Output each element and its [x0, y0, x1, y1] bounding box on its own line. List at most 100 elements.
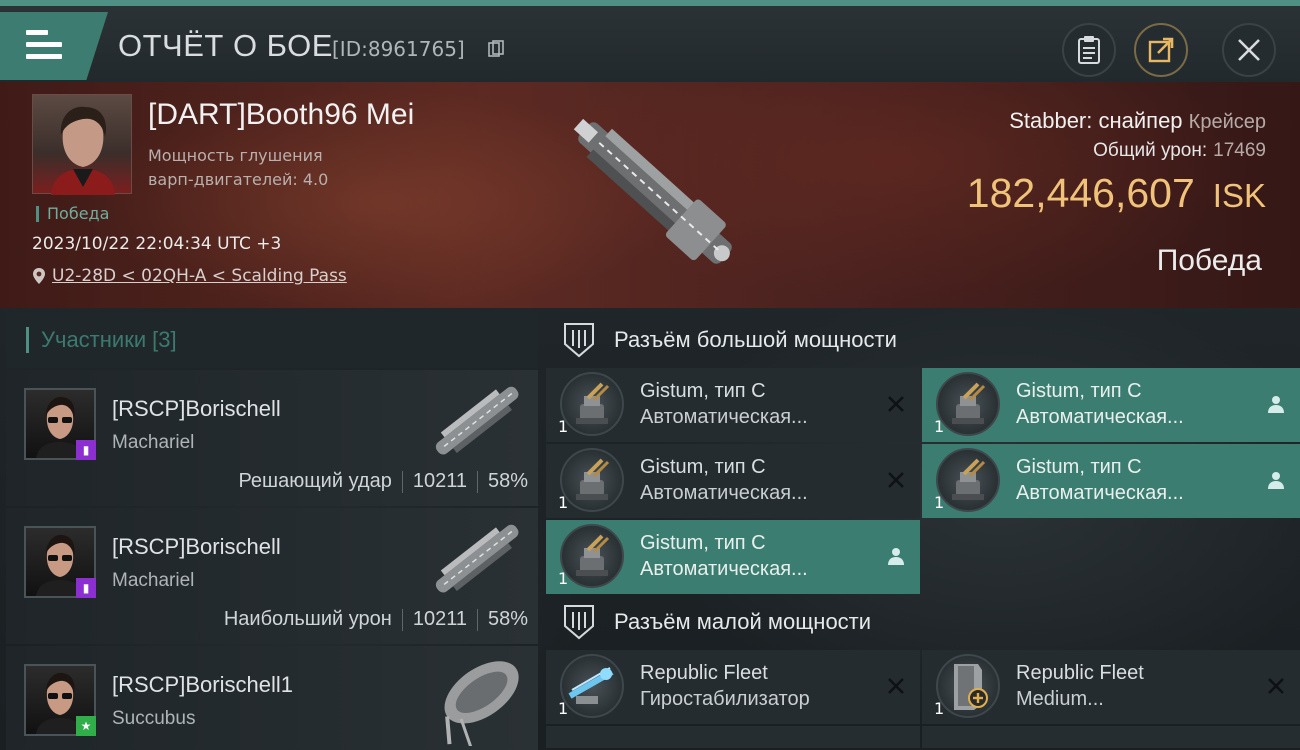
module-icon [936, 654, 1000, 718]
rank-badge: ▮ [76, 578, 96, 598]
participants-list: ▮ [RSCP]Borischell Machariel Решающий удар 1… [6, 370, 538, 750]
participant-row[interactable]: ▮ [RSCP]Borischell Machariel Наибольший уро… [6, 508, 538, 644]
participant-name[interactable]: [RSCP]Borischell1 [112, 672, 293, 698]
page-title: ОТЧЁТ О БОЕ [118, 28, 333, 63]
participant-damage: 10211 [412, 608, 467, 630]
participant-ship: Machariel [112, 432, 195, 453]
share-button[interactable] [1134, 23, 1188, 77]
module-quantity: 1 [934, 493, 945, 512]
rank-badge: ★ [76, 716, 96, 736]
participant-name[interactable]: [RSCP]Borischell [112, 396, 281, 422]
damage-value: 17469 [1213, 140, 1266, 161]
divider [476, 608, 478, 631]
module-name: Gistum, тип C [1016, 380, 1142, 402]
dropped-icon [1268, 396, 1284, 413]
module-quantity: 1 [558, 417, 569, 436]
header-accent [26, 327, 29, 353]
module-icon [560, 524, 624, 588]
module-slot[interactable]: 1 Gistum, тип C Автоматическая... [922, 368, 1300, 442]
dropped-icon [888, 548, 904, 565]
participant-avatar[interactable]: ▮ [24, 526, 96, 598]
participant-avatar[interactable]: ★ [24, 664, 96, 736]
participant-ship-image[interactable] [422, 374, 532, 470]
participant-ship: Succubus [112, 708, 196, 729]
participant-damage: 10211 [412, 470, 467, 492]
close-button[interactable] [1222, 23, 1276, 77]
slot-partial[interactable] [922, 726, 1300, 748]
destroyed-icon [888, 472, 904, 488]
total-damage: Общий урон: 17469 [1093, 140, 1266, 162]
module-status [884, 544, 908, 568]
module-slot[interactable]: 1 Gistum, тип C Автоматическая... [546, 368, 920, 442]
module-image [952, 382, 986, 424]
victim-ship-image[interactable] [540, 88, 770, 298]
module-type: Автоматическая... [1016, 482, 1184, 504]
result-badge: Победа [36, 206, 109, 222]
slot-partial[interactable] [546, 726, 920, 748]
high-slot-grid: 1 Gistum, тип C Автоматическая... 1 Gistum, … [546, 368, 1300, 594]
module-slot[interactable]: 1 Republic Fleet Гиростабилизатор [546, 650, 920, 724]
module-quantity: 1 [558, 699, 569, 718]
module-image [954, 664, 988, 710]
victim-stat: Мощность глушения варп-двигателей: 4.0 [148, 144, 328, 192]
low-slot-icon [564, 605, 594, 640]
participant-role: Наибольший урон [223, 608, 392, 630]
participant-row[interactable]: ▮ [RSCP]Borischell Machariel Решающий удар 1… [6, 370, 538, 506]
victim-portrait[interactable] [32, 94, 132, 195]
module-icon [936, 448, 1000, 512]
module-status [1264, 392, 1288, 416]
module-name: Gistum, тип C [640, 532, 766, 554]
ship-name[interactable]: Stabber: снайпер [1009, 108, 1182, 133]
module-slot[interactable]: 1 Gistum, тип C Автоматическая... [546, 444, 920, 518]
module-quantity: 1 [558, 493, 569, 512]
module-slot[interactable]: 1 Republic Fleet Medium... [922, 650, 1300, 724]
module-name: Republic Fleet [640, 662, 768, 684]
location-pin-icon [33, 268, 45, 284]
menu-button[interactable] [0, 12, 108, 80]
low-slot-header: Разъём малой мощности [546, 594, 1300, 650]
menu-icon [26, 30, 62, 66]
module-icon [560, 654, 624, 718]
participant-ship-image[interactable] [422, 512, 532, 608]
rank-badge: ▮ [76, 440, 96, 460]
module-status [884, 392, 908, 416]
isk-currency: ISK [1212, 177, 1266, 214]
location-link[interactable]: U2-28D < 02QH-A < Scalding Pass [32, 266, 347, 286]
top-bar: ОТЧЁТ О БОЕ [ID:8961765] [0, 0, 1300, 82]
low-slot-grid: 1 Republic Fleet Гиростабилизатор 1 Republic… [546, 650, 1300, 724]
destroyed-icon [888, 678, 904, 694]
module-image [568, 667, 614, 704]
divider [476, 470, 478, 493]
module-slot[interactable]: 1 Gistum, тип C Автоматическая... [546, 520, 920, 594]
damage-label: Общий урон: [1093, 140, 1208, 161]
victim-name[interactable]: [DART]Booth96 Mei [148, 98, 414, 132]
victim-panel: [DART]Booth96 Mei Мощность глушения варп… [0, 82, 1300, 308]
module-quantity: 1 [934, 699, 945, 718]
copy-icon[interactable] [488, 40, 504, 58]
high-slot-title: Разъём большой мощности [614, 327, 897, 352]
module-quantity: 1 [558, 569, 569, 588]
close-icon [1238, 39, 1260, 61]
clipboard-button[interactable] [1062, 23, 1116, 77]
participant-avatar[interactable]: ▮ [24, 388, 96, 460]
clipboard-icon [1078, 36, 1100, 64]
portrait-image [51, 106, 115, 195]
participant-name[interactable]: [RSCP]Borischell [112, 534, 281, 560]
participant-row[interactable]: ★ [RSCP]Borischell1 Succubus [6, 646, 538, 750]
module-image [576, 458, 610, 500]
module-name: Republic Fleet [1016, 662, 1144, 684]
module-quantity: 1 [934, 417, 945, 436]
participant-ship-image[interactable] [422, 650, 532, 746]
high-slot-header: Разъём большой мощности [546, 312, 1300, 368]
fitting-panel: Разъём большой мощности 1 Gistum, тип C Ав… [546, 312, 1300, 750]
module-image [576, 534, 610, 576]
destroyed-icon [1268, 678, 1284, 694]
module-type: Medium... [1016, 688, 1104, 710]
more-slots-row [546, 726, 1300, 748]
module-name: Gistum, тип C [640, 456, 766, 478]
result-text: Победа [1156, 244, 1262, 277]
module-status [884, 674, 908, 698]
module-type: Автоматическая... [640, 482, 808, 504]
module-slot[interactable]: 1 Gistum, тип C Автоматическая... [922, 444, 1300, 518]
stat-line-2: варп-двигателей: 4.0 [148, 170, 329, 189]
